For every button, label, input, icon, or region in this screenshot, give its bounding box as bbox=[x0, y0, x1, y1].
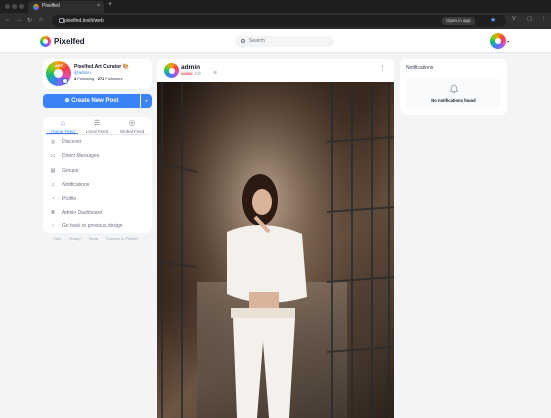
notifications-empty-text: No notifications found bbox=[431, 98, 476, 103]
avatar-art-label: ART bbox=[55, 63, 64, 68]
sidebar-item-label: Profile bbox=[62, 196, 77, 202]
sidebar-item-discover[interactable]: ◎ Discover bbox=[50, 138, 148, 147]
chevron-left-icon: ‹ bbox=[52, 223, 54, 229]
notifications-title: Notifications bbox=[406, 65, 434, 71]
sidebar-item-label: Discover bbox=[62, 139, 82, 145]
followers-count[interactable]: 271 bbox=[98, 76, 105, 81]
user-icon: ◔ bbox=[51, 196, 55, 202]
window-minimize-dot[interactable] bbox=[12, 4, 17, 9]
address-bar[interactable]: pixelfed.test/i/web Open in app ★ bbox=[52, 15, 506, 27]
message-icon: ▭ bbox=[50, 153, 56, 159]
browser-tab-bar: Pixelfed × + bbox=[0, 0, 551, 13]
sidebar-item-admin-dashboard[interactable]: ⌘ Admin Dashboard bbox=[50, 209, 148, 218]
notifications-empty-state: No notifications found bbox=[406, 78, 501, 109]
sidebar-item-label: Admin Dashboard bbox=[62, 210, 103, 216]
forward-arrow-icon[interactable]: → bbox=[16, 17, 22, 23]
gear-icon[interactable] bbox=[62, 78, 68, 84]
followers-label[interactable]: Followers bbox=[105, 76, 122, 81]
post-avatar[interactable] bbox=[164, 63, 179, 78]
sidebar-item-notifications[interactable]: ♫ Notifications bbox=[50, 181, 148, 190]
footer-link-powered-by[interactable]: Powered by Pixelfed bbox=[106, 237, 138, 241]
sidebar-item-groups[interactable]: ▤ Groups bbox=[50, 167, 148, 176]
post-card: admin ADMIN 22h ⊕ ⋮ bbox=[157, 59, 394, 418]
admin-badge: ADMIN bbox=[181, 72, 193, 76]
footer-link-help[interactable]: Help bbox=[54, 237, 61, 241]
footer-links: Help Privacy Terms Powered by Pixelfed bbox=[54, 237, 145, 241]
post-username[interactable]: admin bbox=[181, 64, 200, 71]
search-icon bbox=[241, 39, 245, 43]
groups-icon: ▤ bbox=[50, 168, 56, 174]
compose-options-button[interactable]: ▾ bbox=[141, 94, 152, 108]
bell-icon: ♫ bbox=[51, 182, 55, 188]
globe-icon: ⊕ bbox=[213, 70, 218, 76]
list-icon: ☰ bbox=[93, 120, 101, 127]
browser-menu-icon[interactable]: ⋮ bbox=[541, 16, 547, 22]
sidebar-item-label: Direct Messages bbox=[62, 153, 100, 159]
notifications-card: Notifications No notifications found bbox=[400, 59, 507, 115]
search-input[interactable]: Search bbox=[235, 36, 334, 47]
active-tab-indicator bbox=[46, 133, 78, 134]
window-close-dot[interactable] bbox=[5, 4, 10, 9]
brand-name[interactable]: Pixelfed bbox=[54, 37, 85, 46]
home-icon[interactable]: ⌂ bbox=[39, 17, 43, 23]
compass-icon: ◎ bbox=[50, 139, 56, 145]
chevron-down-icon[interactable]: ▾ bbox=[507, 39, 509, 44]
tab-title: Pixelfed bbox=[42, 3, 60, 9]
new-tab-icon[interactable]: + bbox=[108, 1, 112, 8]
create-new-post-button[interactable]: ⊕ Create New Post bbox=[43, 94, 140, 108]
bell-icon bbox=[450, 84, 458, 94]
sidebar-item-label: Groups bbox=[62, 168, 79, 174]
sidebar-item-direct-messages[interactable]: ▭ Direct Messages bbox=[50, 152, 148, 161]
window-maximize-dot[interactable] bbox=[19, 4, 24, 9]
tab-local-feed[interactable]: ☰ Local Feed bbox=[80, 120, 114, 134]
header-avatar[interactable] bbox=[490, 33, 506, 49]
open-in-app-button[interactable]: Open in app bbox=[442, 17, 475, 25]
url-text: pixelfed.test/i/web bbox=[64, 18, 104, 24]
post-timestamp[interactable]: 22h bbox=[194, 71, 202, 76]
back-arrow-icon[interactable]: ← bbox=[5, 17, 11, 23]
search-placeholder: Search bbox=[249, 38, 265, 44]
pixelfed-favicon-icon bbox=[33, 4, 39, 10]
sidebar-item-previous-design[interactable]: ‹ Go back to previous design bbox=[50, 222, 148, 231]
profile-handle[interactable]: @admin bbox=[74, 70, 91, 75]
reload-icon[interactable]: ↻ bbox=[27, 17, 32, 24]
close-tab-icon[interactable]: × bbox=[97, 3, 100, 9]
tab-global-feed[interactable]: ◎ Global Feed bbox=[115, 120, 149, 134]
footer-link-terms[interactable]: Terms bbox=[89, 237, 99, 241]
sidebar-item-label: Go back to previous design bbox=[62, 223, 123, 229]
extension-icon[interactable]: V bbox=[512, 16, 516, 22]
profile-card: ART Pixelfed.Art Curator 🎨 @admin 4 Foll… bbox=[43, 59, 152, 89]
pixelfed-logo-icon[interactable] bbox=[40, 36, 51, 47]
footer-link-privacy[interactable]: Privacy bbox=[69, 237, 80, 241]
bookmark-star-icon[interactable]: ★ bbox=[490, 16, 496, 24]
chevron-down-icon: ▾ bbox=[145, 98, 148, 103]
post-image[interactable] bbox=[157, 82, 394, 418]
profile-icon[interactable]: ▢ bbox=[527, 16, 532, 22]
more-options-icon[interactable]: ⋮ bbox=[379, 64, 386, 72]
globe-icon: ◎ bbox=[128, 120, 136, 127]
follow-stats: 4 Following 271 Followers bbox=[74, 76, 123, 81]
tab-home-feed[interactable]: ⌂ Home Feed bbox=[46, 120, 80, 134]
tools-icon: ⌘ bbox=[50, 210, 56, 216]
site-header: Pixelfed Search ▾ bbox=[0, 29, 551, 53]
sidebar-item-profile[interactable]: ◔ Profile bbox=[50, 195, 148, 204]
plus-circle-icon: ⊕ bbox=[64, 98, 70, 104]
create-new-post-label: Create New Post bbox=[71, 98, 119, 104]
browser-toolbar: ← → ↻ ⌂ pixelfed.test/i/web Open in app … bbox=[0, 13, 551, 29]
navigation-card: ⌂ Home Feed ☰ Local Feed ◎ Global Feed ◎… bbox=[43, 117, 152, 233]
browser-tab[interactable]: Pixelfed × bbox=[28, 1, 104, 13]
following-count[interactable]: 4 bbox=[74, 76, 76, 81]
home-icon: ⌂ bbox=[60, 120, 66, 127]
post-photo bbox=[157, 82, 394, 418]
divider bbox=[46, 134, 149, 135]
following-label[interactable]: Following bbox=[77, 76, 94, 81]
sidebar-item-label: Notifications bbox=[62, 182, 90, 188]
